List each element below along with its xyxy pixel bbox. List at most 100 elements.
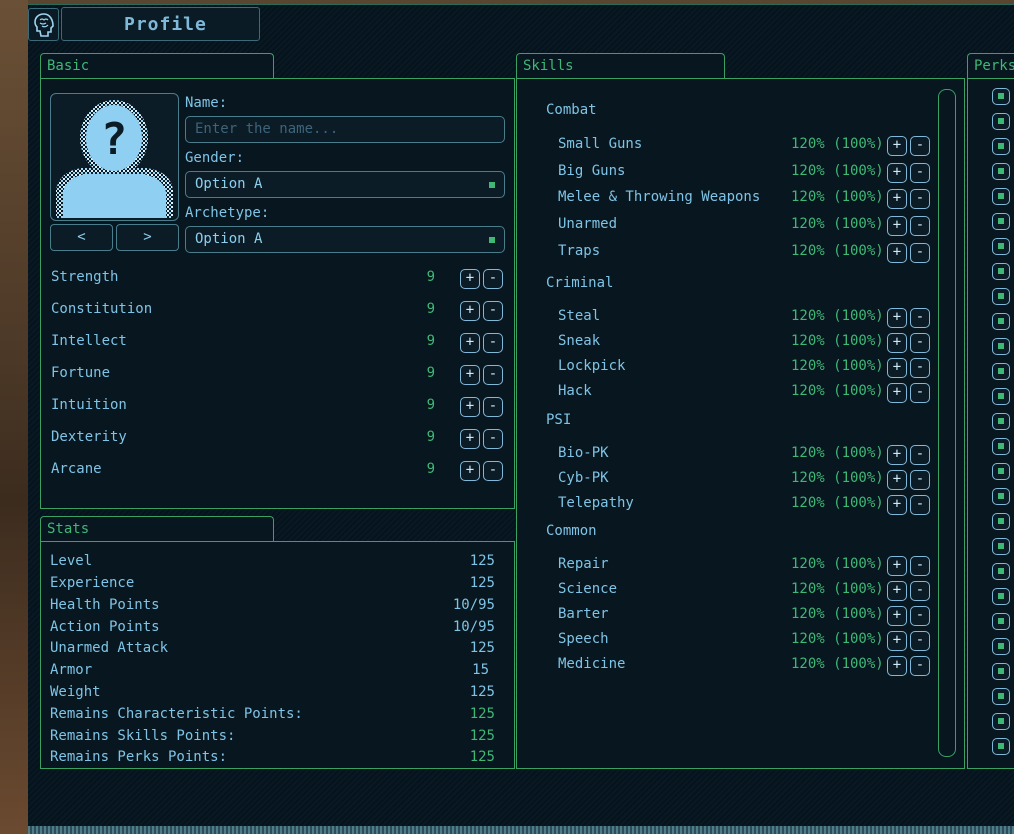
character-portrait: ? — [50, 93, 179, 221]
attribute-value: 9 — [426, 301, 435, 317]
decrease-button[interactable]: - — [910, 581, 930, 601]
increase-button[interactable]: + — [887, 308, 907, 328]
perk-checkbox[interactable] — [992, 663, 1010, 680]
skill-value: 120% (100%) — [791, 216, 884, 232]
attribute-row: Strength 9 + - — [51, 269, 506, 289]
decrease-button[interactable]: - — [483, 461, 503, 481]
decrease-button[interactable]: - — [910, 216, 930, 236]
decrease-button[interactable]: - — [910, 606, 930, 626]
stat-name: Experience — [50, 575, 135, 591]
perk-checkbox[interactable] — [992, 213, 1010, 230]
perk-checkbox[interactable] — [992, 638, 1010, 655]
increase-button[interactable]: + — [460, 301, 480, 321]
decrease-button[interactable]: - — [910, 243, 930, 263]
increase-button[interactable]: + — [887, 216, 907, 236]
increase-button[interactable]: + — [460, 397, 480, 417]
perk-checkbox[interactable] — [992, 688, 1010, 705]
increase-button[interactable]: + — [887, 136, 907, 156]
decrease-button[interactable]: - — [910, 495, 930, 515]
perk-checkbox[interactable] — [992, 438, 1010, 455]
perk-checkbox[interactable] — [992, 563, 1010, 580]
increase-button[interactable]: + — [887, 189, 907, 209]
increase-button[interactable]: + — [887, 581, 907, 601]
increase-button[interactable]: + — [887, 243, 907, 263]
stat-value: 125 — [469, 684, 495, 700]
decrease-button[interactable]: - — [910, 163, 930, 183]
increase-button[interactable]: + — [460, 461, 480, 481]
decrease-button[interactable]: - — [910, 445, 930, 465]
decrease-button[interactable]: - — [483, 333, 503, 353]
decrease-button[interactable]: - — [483, 397, 503, 417]
stat-row: Weight 125 — [50, 684, 495, 702]
skill-row: Barter 120% (100%) + - — [558, 606, 931, 628]
skill-value: 120% (100%) — [791, 189, 884, 205]
perk-checkbox[interactable] — [992, 613, 1010, 630]
decrease-button[interactable]: - — [910, 383, 930, 403]
perk-checkbox[interactable] — [992, 88, 1010, 105]
skill-row: Medicine 120% (100%) + - — [558, 656, 931, 678]
perk-checkbox[interactable] — [992, 188, 1010, 205]
stat-name: Remains Skills Points: — [50, 728, 236, 744]
perk-checkbox[interactable] — [992, 163, 1010, 180]
decrease-button[interactable]: - — [483, 269, 503, 289]
decrease-button[interactable]: - — [910, 189, 930, 209]
perk-checkbox[interactable] — [992, 363, 1010, 380]
perk-checkbox[interactable] — [992, 238, 1010, 255]
increase-button[interactable]: + — [887, 470, 907, 490]
decrease-button[interactable]: - — [483, 301, 503, 321]
perk-checkbox[interactable] — [992, 738, 1010, 755]
skills-panel: Combat Small Guns 120% (100%) + - Big Gu… — [516, 78, 965, 769]
decrease-button[interactable]: - — [483, 429, 503, 449]
decrease-button[interactable]: - — [910, 556, 930, 576]
perk-checkbox[interactable] — [992, 288, 1010, 305]
decrease-button[interactable]: - — [910, 333, 930, 353]
increase-button[interactable]: + — [460, 269, 480, 289]
skill-name: Medicine — [558, 656, 626, 672]
perk-checkbox[interactable] — [992, 413, 1010, 430]
decrease-button[interactable]: - — [910, 136, 930, 156]
stat-name: Level — [50, 553, 93, 569]
increase-button[interactable]: + — [887, 358, 907, 378]
perk-checkbox[interactable] — [992, 488, 1010, 505]
attribute-row: Intuition 9 + - — [51, 397, 506, 417]
increase-button[interactable]: + — [460, 333, 480, 353]
increase-button[interactable]: + — [887, 631, 907, 651]
perk-checkbox[interactable] — [992, 113, 1010, 130]
next-portrait-button[interactable]: > — [116, 224, 179, 251]
perk-checkbox[interactable] — [992, 338, 1010, 355]
name-input[interactable]: Enter the name... — [185, 116, 505, 143]
increase-button[interactable]: + — [887, 333, 907, 353]
perk-checkbox[interactable] — [992, 263, 1010, 280]
increase-button[interactable]: + — [887, 606, 907, 626]
increase-button[interactable]: + — [460, 365, 480, 385]
increase-button[interactable]: + — [887, 556, 907, 576]
prev-portrait-button[interactable]: < — [50, 224, 113, 251]
perk-checkbox[interactable] — [992, 313, 1010, 330]
increase-button[interactable]: + — [887, 656, 907, 676]
stat-name: Weight — [50, 684, 101, 700]
attribute-value: 9 — [426, 429, 435, 445]
decrease-button[interactable]: - — [483, 365, 503, 385]
decrease-button[interactable]: - — [910, 470, 930, 490]
perk-checkbox[interactable] — [992, 588, 1010, 605]
increase-button[interactable]: + — [887, 445, 907, 465]
perk-checkbox[interactable] — [992, 538, 1010, 555]
tab-basic: Basic — [40, 53, 274, 78]
increase-button[interactable]: + — [887, 495, 907, 515]
perk-checkbox[interactable] — [992, 713, 1010, 730]
archetype-select[interactable]: Option A — [185, 226, 505, 253]
increase-button[interactable]: + — [887, 163, 907, 183]
increase-button[interactable]: + — [460, 429, 480, 449]
perk-checkbox[interactable] — [992, 463, 1010, 480]
perk-checkbox[interactable] — [992, 138, 1010, 155]
decrease-button[interactable]: - — [910, 308, 930, 328]
perk-checkbox[interactable] — [992, 513, 1010, 530]
decrease-button[interactable]: - — [910, 631, 930, 651]
skills-scrollbar[interactable] — [938, 89, 956, 757]
increase-button[interactable]: + — [887, 383, 907, 403]
attribute-row: Constitution 9 + - — [51, 301, 506, 321]
decrease-button[interactable]: - — [910, 656, 930, 676]
decrease-button[interactable]: - — [910, 358, 930, 378]
perk-checkbox[interactable] — [992, 388, 1010, 405]
gender-select[interactable]: Option A — [185, 171, 505, 198]
